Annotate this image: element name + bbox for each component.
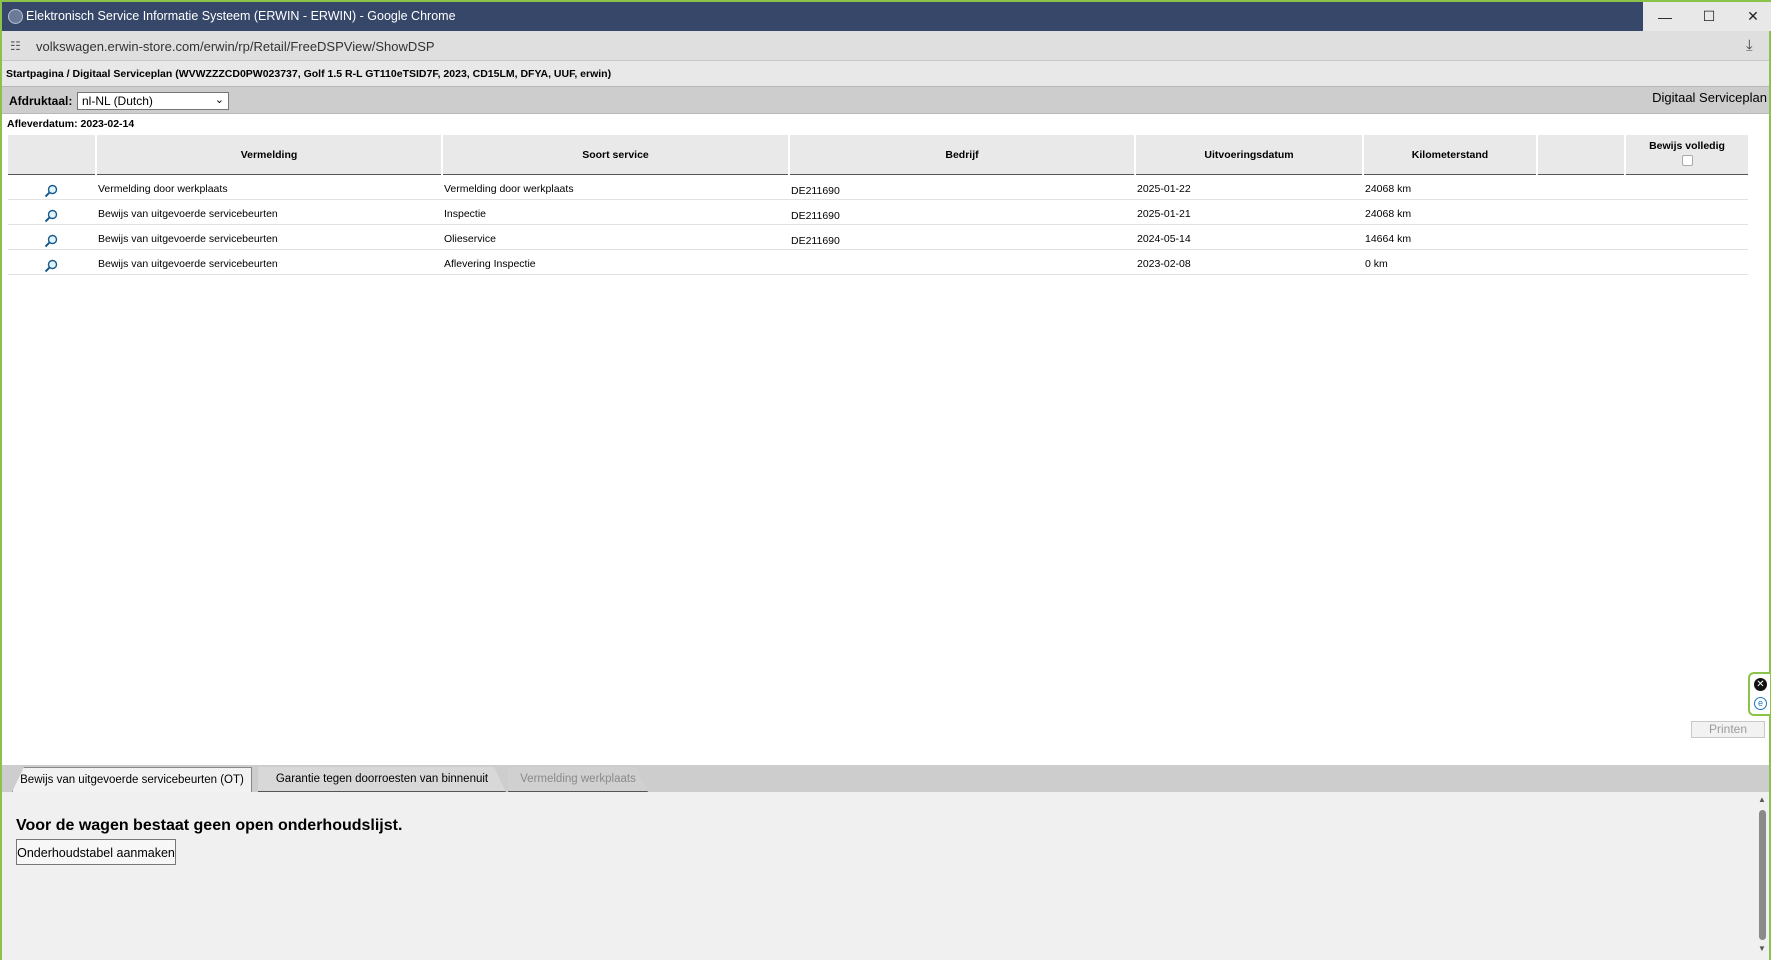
cell-kilometerstand: 14664 km bbox=[1365, 233, 1412, 245]
cell-vermelding: Vermelding door werkplaats bbox=[98, 183, 228, 195]
header-uitvoeringsdatum[interactable]: Uitvoeringsdatum bbox=[1134, 135, 1362, 175]
header-soort-service[interactable]: Soort service bbox=[441, 135, 788, 175]
language-select[interactable]: nl-NL (Dutch) ⌄ bbox=[77, 92, 229, 110]
url-field[interactable]: volkswagen.erwin-store.com/erwin/rp/Reta… bbox=[36, 39, 435, 54]
table-row[interactable]: Vermelding door werkplaats Vermelding do… bbox=[8, 175, 1748, 200]
magnifier-icon[interactable] bbox=[44, 259, 58, 273]
cell-soort-service: Inspectie bbox=[444, 208, 487, 220]
scrollbar-thumb[interactable] bbox=[1759, 810, 1766, 940]
language-label: Afdruktaal: bbox=[9, 94, 73, 108]
address-bar: ☷ volkswagen.erwin-store.com/erwin/rp/Re… bbox=[2, 31, 1769, 61]
magnifier-icon[interactable] bbox=[44, 234, 58, 248]
side-extension-widget: ✕ e bbox=[1748, 672, 1770, 716]
tab-vermelding-werkplaats[interactable]: Vermelding werkplaats bbox=[508, 767, 648, 792]
language-select-value: nl-NL (Dutch) bbox=[82, 94, 153, 108]
table-header: Vermelding Soort service Bedrijf Uitvoer… bbox=[8, 135, 1748, 175]
service-table: Vermelding Soort service Bedrijf Uitvoer… bbox=[8, 135, 1748, 275]
cell-kilometerstand: 24068 km bbox=[1365, 208, 1412, 220]
table-row[interactable]: Bewijs van uitgevoerde servicebeurten In… bbox=[8, 200, 1748, 225]
magnifier-icon[interactable] bbox=[44, 209, 58, 223]
cell-bedrijf: DE211690 bbox=[791, 185, 840, 197]
cell-kilometerstand: 0 km bbox=[1365, 258, 1388, 270]
tab-panel: Voor de wagen bestaat geen open onderhou… bbox=[2, 792, 1769, 960]
cell-soort-service: Vermelding door werkplaats bbox=[444, 183, 574, 195]
tab-garantie-doorroesten[interactable]: Garantie tegen doorroesten van binnenuit bbox=[258, 767, 506, 792]
table-row[interactable]: Bewijs van uitgevoerde servicebeurten Ol… bbox=[8, 225, 1748, 250]
header-icon-column bbox=[8, 135, 95, 175]
window-titlebar: Elektronisch Service Informatie Systeem … bbox=[2, 2, 1771, 31]
close-window-button[interactable]: ✕ bbox=[1731, 2, 1771, 31]
cell-vermelding: Bewijs van uitgevoerde servicebeurten bbox=[98, 208, 278, 220]
panel-scrollbar[interactable]: ▲ ▼ bbox=[1755, 792, 1769, 960]
page-title: Digitaal Serviceplan bbox=[1652, 90, 1767, 105]
cell-kilometerstand: 24068 km bbox=[1365, 183, 1412, 195]
cell-vermelding: Bewijs van uitgevoerde servicebeurten bbox=[98, 233, 278, 245]
cell-uitvoeringsdatum: 2025-01-21 bbox=[1137, 208, 1191, 220]
cell-bedrijf: DE211690 bbox=[791, 210, 840, 222]
cell-soort-service: Aflevering Inspectie bbox=[444, 258, 536, 270]
language-toolbar: Afdruktaal: nl-NL (Dutch) ⌄ Digitaal Ser… bbox=[2, 86, 1769, 114]
chrome-app-icon bbox=[8, 9, 23, 24]
table-row[interactable]: Bewijs van uitgevoerde servicebeurten Af… bbox=[8, 250, 1748, 275]
header-vermelding[interactable]: Vermelding bbox=[95, 135, 441, 175]
cell-bedrijf: DE211690 bbox=[791, 235, 840, 247]
tab-strip: Bewijs van uitgevoerde servicebeurten (O… bbox=[2, 765, 1769, 792]
tab-bewijs-servicebeurten[interactable]: Bewijs van uitgevoerde servicebeurten (O… bbox=[12, 767, 252, 792]
scroll-down-arrow-icon[interactable]: ▼ bbox=[1758, 944, 1766, 953]
no-maintenance-list-message: Voor de wagen bestaat geen open onderhou… bbox=[16, 817, 403, 834]
header-kilometerstand[interactable]: Kilometerstand bbox=[1362, 135, 1536, 175]
cell-uitvoeringsdatum: 2023-02-08 bbox=[1137, 258, 1191, 270]
header-empty bbox=[1536, 135, 1624, 175]
cell-bedrijf bbox=[788, 250, 791, 275]
extension-e-icon[interactable]: e bbox=[1754, 697, 1767, 710]
chevron-down-icon: ⌄ bbox=[214, 94, 224, 106]
cell-uitvoeringsdatum: 2025-01-22 bbox=[1137, 183, 1191, 195]
bewijs-volledig-checkbox[interactable] bbox=[1681, 155, 1693, 166]
window-title: Elektronisch Service Informatie Systeem … bbox=[26, 9, 456, 23]
maximize-button[interactable]: ☐ bbox=[1687, 2, 1731, 31]
magnifier-icon[interactable] bbox=[44, 184, 58, 198]
create-maintenance-table-button[interactable]: Onderhoudstabel aanmaken bbox=[16, 839, 176, 865]
scroll-up-arrow-icon[interactable]: ▲ bbox=[1758, 795, 1766, 804]
delivery-date: Afleverdatum: 2023-02-14 bbox=[7, 118, 135, 130]
breadcrumb[interactable]: Startpagina / Digitaal Serviceplan (WVWZ… bbox=[2, 61, 1769, 86]
header-bedrijf[interactable]: Bedrijf bbox=[788, 135, 1134, 175]
download-icon[interactable]: ⤓ bbox=[1746, 37, 1753, 54]
header-bewijs-volledig-label: Bewijs volledig bbox=[1649, 140, 1725, 152]
cell-uitvoeringsdatum: 2024-05-14 bbox=[1137, 233, 1191, 245]
header-bewijs-volledig: Bewijs volledig bbox=[1624, 135, 1748, 175]
close-circle-icon[interactable]: ✕ bbox=[1754, 678, 1767, 691]
print-button[interactable]: Printen bbox=[1691, 721, 1765, 738]
cell-soort-service: Olieservice bbox=[444, 233, 496, 245]
cell-vermelding: Bewijs van uitgevoerde servicebeurten bbox=[98, 258, 278, 270]
site-settings-icon[interactable]: ☷ bbox=[10, 39, 24, 53]
minimize-button[interactable]: — bbox=[1643, 2, 1687, 31]
